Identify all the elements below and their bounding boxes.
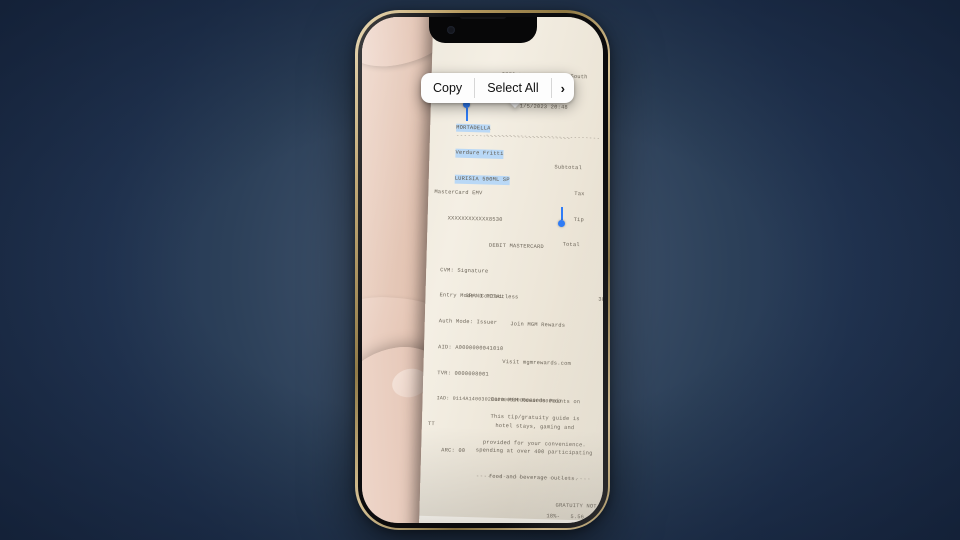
divider-totals: ------------------------------ [455,132,572,143]
selection-start-handle[interactable] [463,101,471,121]
grand-total-value: 38.13 [598,296,603,304]
iphone-device: Mercato 3770 Las Vegas Blvd South 1/5/20… [355,10,610,530]
payment-method-row: MasterCard EMV 38.13 [434,188,603,202]
selection-handle-bar [466,108,468,121]
card-type: DEBIT MASTERCARD [488,242,544,250]
receipt-bottom-shadow [418,425,603,523]
text-selection-edit-menu[interactable]: Copy Select All › [421,73,574,103]
tip-guide-intro-line: This tip/gratuity guide is [490,413,580,423]
payment-method: MasterCard EMV [434,189,483,197]
device-notch [428,17,537,43]
copy-button[interactable]: Copy [421,73,474,103]
chevron-right-icon[interactable]: › [552,73,574,103]
select-all-button[interactable]: Select All [475,73,550,103]
rewards-join: Join MGM Rewards [510,321,566,329]
card-number: XXXXXXXXXXXX8530 [447,215,503,223]
front-camera-icon [446,26,455,34]
earpiece-speaker-icon [459,17,506,19]
selection-end-handle[interactable] [558,207,566,227]
phone-screen[interactable]: Mercato 3770 Las Vegas Blvd South 1/5/20… [362,17,603,523]
screenshot-stage: Mercato 3770 Las Vegas Blvd South 1/5/20… [0,0,960,540]
selection-handle-bar [561,207,563,220]
selection-handle-dot [558,220,566,227]
merchant-name: Mercato [450,44,603,58]
grand-total-label: GRAND TOTAL [465,293,504,301]
rewards-url: Visit mgmrewards.com [502,358,572,367]
